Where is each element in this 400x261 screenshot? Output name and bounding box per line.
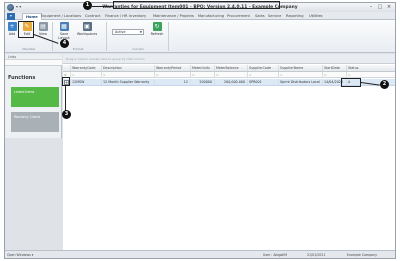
add-button[interactable]: + Add	[5, 22, 19, 36]
tab-maintenance-projects[interactable]: Maintenance / Projects	[153, 13, 194, 20]
table-cell[interactable]: 12	[155, 79, 191, 85]
table-cell[interactable]: Sprint Distributors Local	[279, 79, 323, 85]
table-cell[interactable]: 200,000.000	[215, 79, 248, 85]
tab-inventory[interactable]: Inventory	[129, 13, 146, 20]
filter-cell-icon[interactable]: ≈	[71, 72, 102, 77]
callout-2: 2	[380, 80, 389, 89]
tab-procurement[interactable]: Procurement	[227, 13, 250, 20]
refresh-button[interactable]: ↻ Refresh	[150, 22, 164, 36]
tab-sales[interactable]: Sales	[255, 13, 265, 20]
refresh-icon: ↻	[152, 22, 162, 31]
functions-title: Functions	[8, 75, 36, 81]
close-button[interactable]: ×	[385, 4, 393, 10]
save-layout-icon: ▦	[59, 22, 69, 31]
linked-items-label: Linked Items	[14, 90, 35, 94]
links-panel: Links	[5, 54, 62, 66]
sidebar-empty-area	[5, 138, 62, 250]
status-company: Example Company	[347, 253, 378, 257]
column-header[interactable]: WarrantyCode	[71, 65, 102, 71]
tab-contract[interactable]: Contract	[85, 13, 100, 20]
filter-cell-icon[interactable]: =	[323, 72, 347, 77]
callout-leader-line	[65, 86, 66, 111]
table-cell[interactable]: 12 Month Supplier Warranty	[102, 79, 155, 85]
refresh-label: Refresh	[150, 32, 164, 36]
ribbon-separator	[168, 22, 169, 51]
view-icon: ▤	[38, 22, 48, 31]
filter-cell-icon[interactable]: ≈	[102, 72, 155, 77]
tab-equipment-locations[interactable]: Equipment / Locations	[41, 13, 81, 20]
filter-cell-icon[interactable]: ≈	[279, 72, 323, 77]
edit-highlight-box	[18, 21, 34, 38]
ribbon-separator	[106, 22, 107, 51]
column-header[interactable]: SupplierName	[279, 65, 323, 71]
expander-highlight-box	[62, 77, 70, 86]
filter-cell-icon[interactable]: ≈	[248, 72, 279, 77]
tab-finance-hr[interactable]: Finance / HR	[105, 13, 127, 20]
status-filter-select[interactable]: Active ▼	[112, 29, 144, 35]
header-expander-column	[63, 65, 71, 71]
status-date: 21/01/2021	[307, 253, 326, 257]
workspaces-label: Workspaces	[76, 32, 98, 36]
workspaces-icon: ▣	[82, 22, 92, 31]
chevron-down-icon: ▼	[139, 30, 142, 34]
linked-items-tile[interactable]: Linked Items	[11, 87, 59, 107]
maximize-button[interactable]: □	[376, 4, 384, 10]
tab-home[interactable]: Home	[22, 13, 42, 20]
ribbon-home-panel: + Add ✎ Edit ▤ View Maintain ▦ Save Layo…	[5, 20, 395, 53]
save-layout-button[interactable]: ▦ Save Layout	[55, 22, 73, 40]
callout-1: 1	[83, 1, 92, 10]
group-label-maintain: Maintain	[22, 47, 36, 51]
callout-4: 4	[60, 39, 69, 48]
title-highlight-box	[113, 1, 280, 9]
callout-leader-line	[92, 6, 113, 7]
column-header[interactable]: MeterBalance	[215, 65, 248, 71]
table-cell[interactable]: 200000	[191, 79, 215, 85]
filter-cell-icon[interactable]: =	[155, 72, 191, 77]
ribbon-tabs: ▾ Home Equipment / Locations Contract Fi…	[5, 12, 395, 20]
grid-header-row: WarrantyCode Description WarrantyPeriod …	[63, 65, 395, 72]
column-header[interactable]: StartDate	[323, 65, 347, 71]
status-bar: Open Windows ▾ User : AbigailM 21/01/202…	[5, 250, 395, 258]
column-header[interactable]: Description	[102, 65, 155, 71]
tab-service[interactable]: Service	[268, 13, 281, 20]
status-filter-value: Active	[115, 30, 126, 34]
column-header[interactable]: WarrantyPeriod	[155, 65, 191, 71]
warranty-claims-label: Warranty Claims	[14, 115, 41, 119]
tab-reporting[interactable]: Reporting	[286, 13, 303, 20]
filter-cell-icon[interactable]: ≈	[347, 72, 395, 77]
add-icon: +	[7, 22, 17, 31]
links-header: Links	[5, 54, 62, 60]
table-cell[interactable]: SPR001	[248, 79, 279, 85]
add-button-label: Add	[8, 32, 16, 36]
group-label-current: Current	[132, 47, 144, 51]
group-by-panel[interactable]: Drag a column header here to group by th…	[63, 54, 395, 64]
column-header[interactable]: Status	[347, 65, 395, 71]
warranty-claims-tile[interactable]: Warranty Claims	[11, 112, 59, 132]
ribbon-separator	[52, 22, 53, 51]
status-user: User : AbigailM	[263, 253, 287, 257]
callout-3: 3	[62, 110, 71, 119]
file-menu-button[interactable]: ▾	[7, 13, 15, 20]
column-header[interactable]: SupplierCode	[248, 65, 279, 71]
table-cell[interactable]: 12MSW	[71, 79, 102, 85]
tab-utilities[interactable]: Utilities	[309, 13, 323, 20]
minimize-button[interactable]: –	[367, 4, 375, 10]
view-button[interactable]: ▤ View	[36, 22, 50, 36]
filter-cell-icon[interactable]: =	[215, 72, 248, 77]
tab-manufacturing[interactable]: Manufacturing	[198, 13, 224, 20]
links-sidebar: Links Functions Linked Items Warranty Cl…	[5, 54, 62, 250]
filter-cell-icon[interactable]: =	[191, 72, 215, 77]
open-windows-menu[interactable]: Open Windows ▾	[7, 251, 33, 259]
column-header[interactable]: MeterUnits	[191, 65, 215, 71]
status-highlight-box	[341, 78, 361, 87]
workspaces-button[interactable]: ▣ Workspaces	[75, 22, 99, 36]
